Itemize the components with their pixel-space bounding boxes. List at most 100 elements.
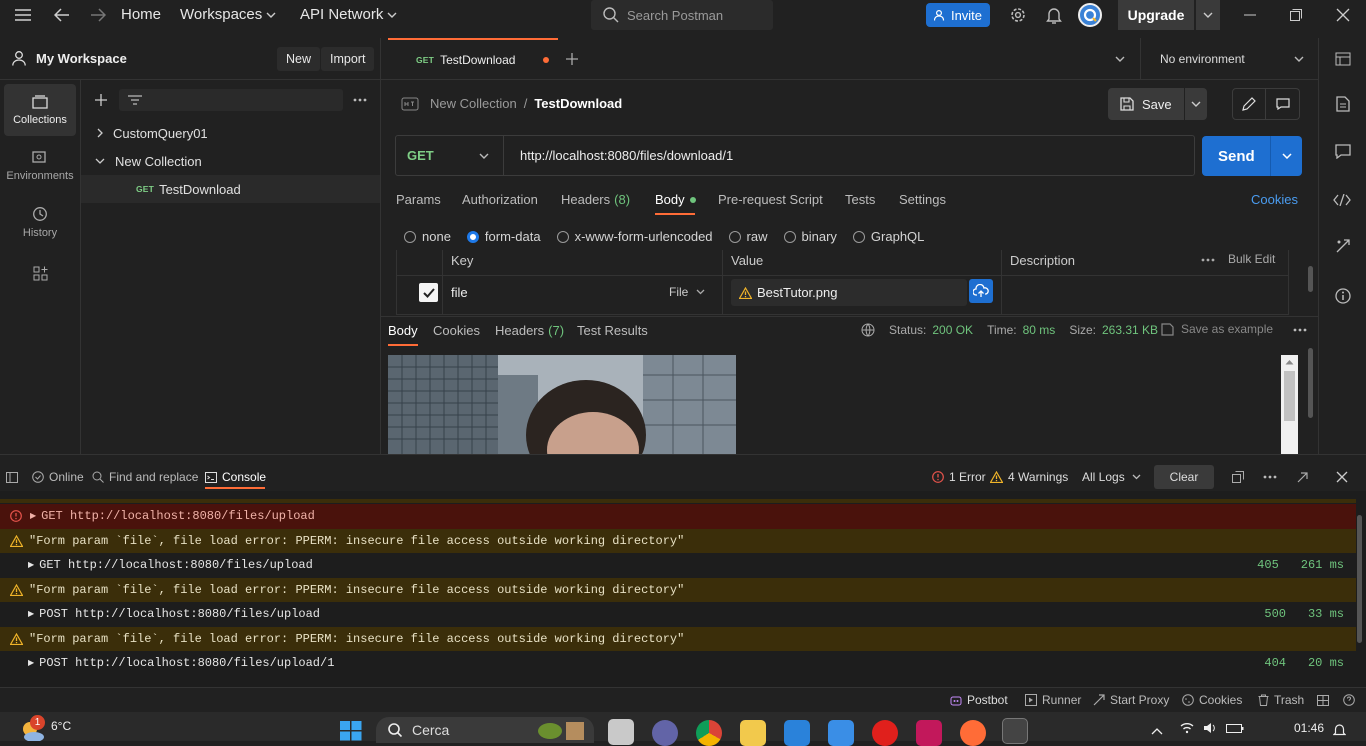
file-explorer-icon[interactable] <box>740 720 766 746</box>
new-tab-icon[interactable] <box>564 51 580 67</box>
upgrade-button[interactable]: Upgrade <box>1118 0 1194 30</box>
postbot-button[interactable]: Postbot <box>950 693 1008 707</box>
bulk-edit-link[interactable]: Bulk Edit <box>1228 252 1275 266</box>
more-icon[interactable] <box>1262 473 1278 481</box>
battery-icon[interactable] <box>1226 722 1244 736</box>
minimize-icon[interactable] <box>1240 5 1260 25</box>
tab-testdownload[interactable]: GET TestDownload <box>388 38 558 80</box>
back-icon[interactable] <box>52 6 72 24</box>
log-row[interactable]: "Form param `file`, file load error: PPE… <box>0 529 1356 554</box>
send-menu-button[interactable] <box>1272 136 1302 176</box>
tab-authorization[interactable]: Authorization <box>462 192 538 207</box>
upgrade-menu-button[interactable] <box>1196 0 1220 30</box>
find-replace-button[interactable]: Find and replace <box>92 470 198 484</box>
cookies-button[interactable]: Cookies <box>1182 693 1242 707</box>
temperature[interactable]: 6°C <box>51 719 71 733</box>
code-icon[interactable] <box>1332 190 1352 210</box>
runner-button[interactable]: Runner <box>1025 693 1081 707</box>
close-icon[interactable] <box>1333 5 1353 25</box>
radio-binary[interactable]: binary <box>783 229 837 244</box>
sidebar-item-collections[interactable]: Collections <box>4 84 76 136</box>
status-value[interactable]: 200 OK <box>932 323 973 337</box>
nav-api-network[interactable]: API Network <box>300 6 397 23</box>
opera-icon[interactable] <box>872 720 898 746</box>
comments-icon[interactable] <box>1334 142 1352 160</box>
file-chip[interactable]: BestTutor.png <box>731 279 967 306</box>
restore-icon[interactable] <box>1286 5 1306 25</box>
invite-button[interactable]: Invite <box>926 3 990 27</box>
log-row[interactable]: ▶ POST http://localhost:8080/files/uploa… <box>0 651 1356 676</box>
comment-icon[interactable] <box>1266 88 1300 120</box>
bell-icon[interactable] <box>1044 5 1064 25</box>
radio-urlencoded[interactable]: x-www-form-urlencoded <box>556 229 713 244</box>
pop-out-icon[interactable] <box>1295 470 1309 484</box>
tree-item-new-collection[interactable]: New Collection <box>81 147 380 175</box>
row-checkbox[interactable] <box>419 283 438 302</box>
start-icon[interactable] <box>339 719 363 741</box>
tab-tests[interactable]: Tests <box>845 192 875 207</box>
clear-button[interactable]: Clear <box>1154 465 1214 489</box>
notifications-icon[interactable] <box>1333 722 1347 738</box>
search-input[interactable]: Search Postman <box>591 0 773 30</box>
response-tab-test-results[interactable]: Test Results <box>577 323 648 338</box>
volume-icon[interactable] <box>1203 722 1217 736</box>
sidebar-item-environments[interactable]: Environments <box>4 140 76 192</box>
log-row[interactable]: ▶ POST http://localhost:8080/files/uploa… <box>0 602 1356 627</box>
scrollbar[interactable] <box>1281 355 1298 454</box>
method-select[interactable]: GET <box>396 136 504 175</box>
save-as-example-button[interactable]: Save as example <box>1161 322 1273 336</box>
scrollbar[interactable] <box>1308 348 1313 418</box>
tab-settings[interactable]: Settings <box>899 192 946 207</box>
documentation-icon[interactable] <box>1334 95 1352 113</box>
nav-workspaces[interactable]: Workspaces <box>180 6 276 23</box>
copy-icon[interactable] <box>1231 470 1245 484</box>
radio-form-data[interactable]: form-data <box>466 229 541 244</box>
response-tab-body[interactable]: Body <box>388 323 418 338</box>
menu-icon[interactable] <box>14 7 32 23</box>
tray-chevron-icon[interactable] <box>1150 724 1164 738</box>
edit-icon[interactable] <box>1232 88 1266 120</box>
more-icon[interactable] <box>351 92 369 108</box>
scrollbar[interactable] <box>1357 515 1362 643</box>
error-count[interactable]: 1 Error <box>932 470 986 484</box>
tab-list-icon[interactable] <box>1112 52 1128 66</box>
clock[interactable]: 01:46 <box>1294 721 1324 735</box>
radio-none[interactable]: none <box>404 229 451 244</box>
active-app-icon[interactable] <box>1002 718 1028 744</box>
upload-icon[interactable] <box>969 279 993 303</box>
url-input[interactable]: http://localhost:8080/files/download/1 <box>520 148 733 163</box>
type-select[interactable]: File <box>669 285 705 299</box>
store-icon[interactable] <box>784 720 810 746</box>
time-value[interactable]: 80 ms <box>1023 323 1056 337</box>
tree-item-testdownload[interactable]: GET TestDownload <box>81 175 380 203</box>
console-tab[interactable]: Console <box>205 470 266 484</box>
new-button[interactable]: New <box>277 47 321 71</box>
configure-workbench-icon[interactable] <box>0 252 81 296</box>
chrome-icon[interactable] <box>696 720 722 746</box>
radio-raw[interactable]: raw <box>728 229 768 244</box>
trash-button[interactable]: Trash <box>1258 693 1304 707</box>
environment-select[interactable]: No environment <box>1160 52 1304 66</box>
online-status[interactable]: Online <box>32 470 84 484</box>
response-tab-headers[interactable]: Headers (7) <box>495 323 564 338</box>
add-collection-icon[interactable] <box>93 92 109 108</box>
sidebar-item-history[interactable]: History <box>4 196 76 248</box>
scroll-thumb[interactable] <box>1284 371 1295 421</box>
send-button[interactable]: Send <box>1202 136 1302 176</box>
help-icon[interactable] <box>1342 693 1356 707</box>
globe-icon[interactable] <box>861 323 875 337</box>
log-row[interactable]: ▶ GET http://localhost:8080/files/upload <box>0 504 1356 529</box>
mail-icon[interactable] <box>828 720 854 746</box>
more-icon[interactable] <box>1292 326 1308 334</box>
filter-input[interactable] <box>119 89 343 111</box>
warning-count[interactable]: 4 Warnings <box>990 470 1068 484</box>
tree-item-customquery01[interactable]: CustomQuery01 <box>81 119 380 147</box>
breadcrumb-parent[interactable]: New Collection <box>430 96 517 111</box>
close-console-icon[interactable] <box>1335 470 1349 484</box>
intellij-icon[interactable] <box>916 720 942 746</box>
scroll-up-icon[interactable] <box>1285 359 1294 365</box>
tab-params[interactable]: Params <box>396 192 441 207</box>
toggle-sidebar-icon[interactable] <box>5 470 19 484</box>
key-cell[interactable]: file <box>451 285 468 300</box>
forward-icon[interactable] <box>88 6 108 24</box>
